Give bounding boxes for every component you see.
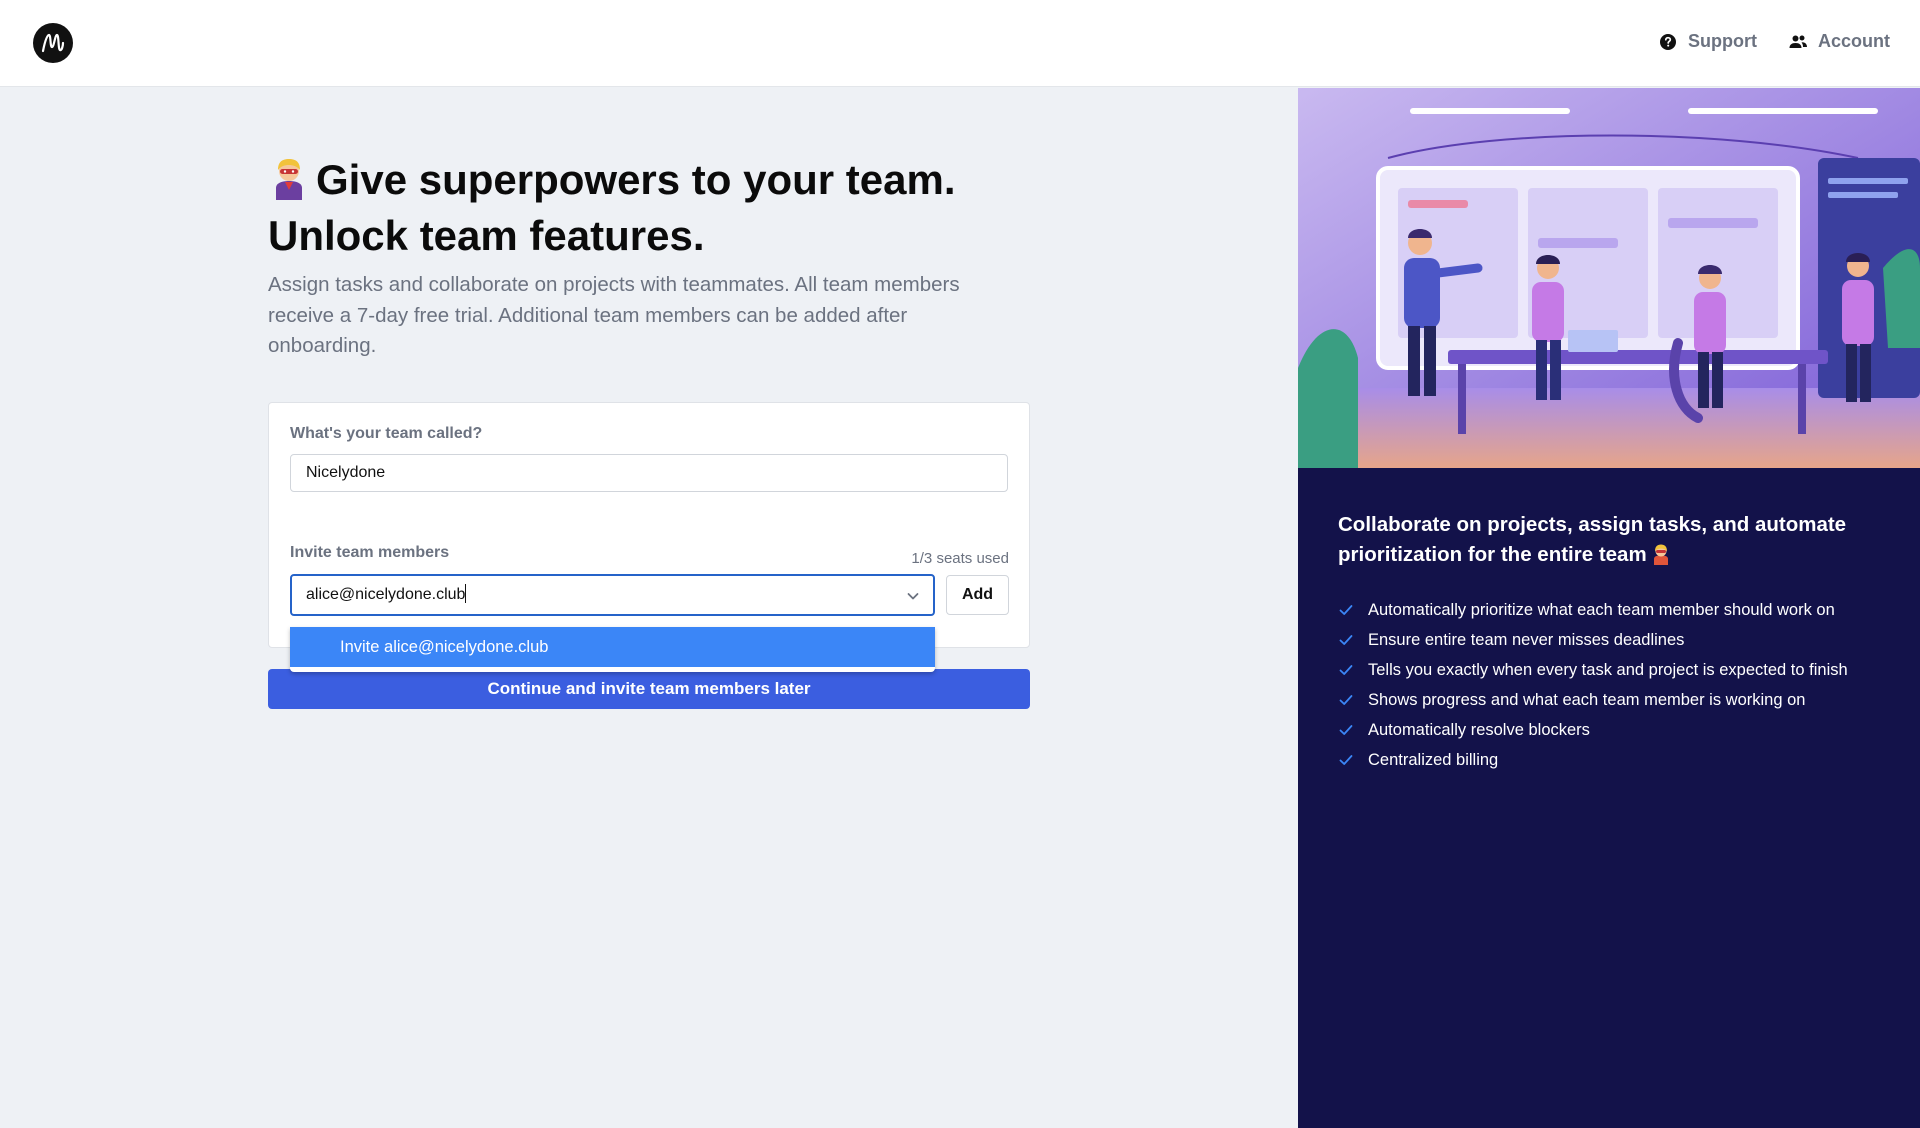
feature-item: Automatically prioritize what each team … — [1338, 600, 1878, 620]
team-name-label: What's your team called? — [290, 425, 483, 442]
invite-suggestion-option[interactable]: Invite alice@nicelydone.club — [290, 627, 935, 667]
feature-item: Automatically resolve blockers — [1338, 720, 1878, 740]
superhero-emoji-icon — [1653, 544, 1668, 565]
team-collaboration-illustration — [1298, 88, 1920, 468]
feature-text: Automatically resolve blockers — [1368, 721, 1590, 739]
team-name-input[interactable]: Nicelydone — [290, 454, 1008, 492]
headline-line1: Give superpowers to your team. — [316, 156, 956, 203]
top-bar: Support Account — [0, 0, 1920, 87]
check-icon — [1339, 635, 1353, 645]
feature-item: Shows progress and what each team member… — [1338, 690, 1878, 710]
superhero-emoji-icon — [276, 159, 302, 200]
text-caret — [465, 584, 467, 603]
feature-item: Ensure entire team never misses deadline… — [1338, 630, 1878, 650]
users-icon — [1789, 35, 1807, 48]
check-icon — [1339, 725, 1353, 735]
add-member-button[interactable]: Add — [946, 575, 1009, 615]
feature-panel-title: Collaborate on projects, assign tasks, a… — [1338, 510, 1878, 570]
check-icon — [1339, 665, 1353, 675]
feature-text: Tells you exactly when every task and pr… — [1368, 661, 1848, 679]
brand-logo-icon[interactable] — [33, 23, 73, 63]
feature-panel-title-text: Collaborate on projects, assign tasks, a… — [1338, 513, 1847, 566]
continue-button[interactable]: Continue and invite team members later — [268, 669, 1030, 709]
chevron-down-icon[interactable] — [905, 588, 921, 604]
invite-members-label: Invite team members — [290, 544, 450, 561]
feature-item: Tells you exactly when every task and pr… — [1338, 660, 1878, 680]
page-description: Assign tasks and collaborate on projects… — [268, 273, 960, 357]
feature-list: Automatically prioritize what each team … — [1338, 600, 1878, 780]
support-link[interactable]: Support — [1658, 31, 1757, 52]
feature-text: Shows progress and what each team member… — [1368, 691, 1806, 709]
invite-email-value: alice@nicelydone.club — [306, 586, 466, 603]
feature-text: Centralized billing — [1368, 751, 1499, 769]
page-title: Give superpowers to your team. Unlock te… — [268, 152, 1028, 264]
feature-text: Ensure entire team never misses deadline… — [1368, 631, 1685, 649]
headline-line2: Unlock team features. — [268, 212, 705, 259]
seats-used-counter: 1/3 seats used — [911, 550, 1009, 567]
feature-text: Automatically prioritize what each team … — [1368, 601, 1835, 619]
check-icon — [1339, 755, 1353, 765]
account-link[interactable]: Account — [1788, 31, 1890, 52]
support-label: Support — [1688, 31, 1757, 51]
check-icon — [1339, 695, 1353, 705]
invite-email-input[interactable]: alice@nicelydone.club — [290, 574, 935, 616]
account-label: Account — [1818, 31, 1890, 51]
feature-panel: Collaborate on projects, assign tasks, a… — [1298, 88, 1920, 1128]
feature-item: Centralized billing — [1338, 750, 1878, 770]
team-form-card: What's your team called? Nicelydone Invi… — [268, 402, 1030, 648]
question-circle-icon — [1660, 33, 1676, 50]
invite-suggestion-dropdown: Invite alice@nicelydone.club — [290, 627, 935, 672]
check-icon — [1339, 605, 1353, 615]
